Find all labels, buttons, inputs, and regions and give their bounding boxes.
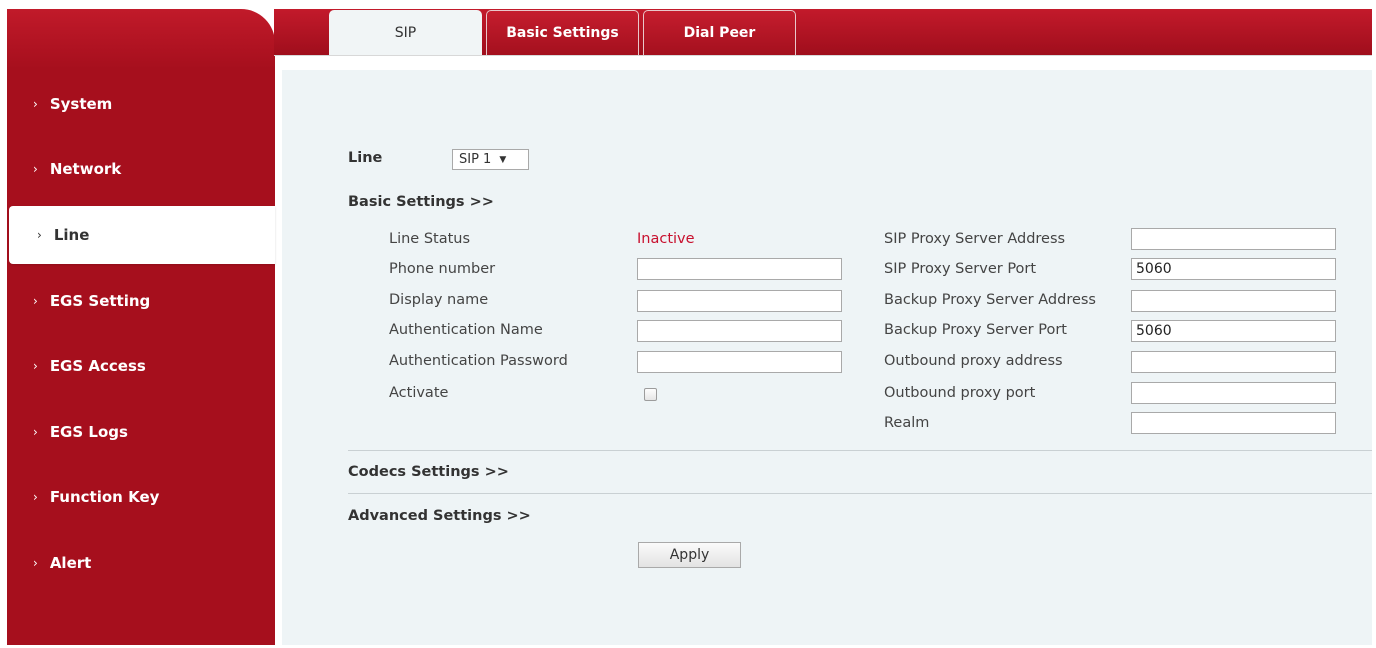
apply-button[interactable]: Apply [638, 542, 741, 568]
backup-proxy-address-label: Backup Proxy Server Address [884, 292, 1096, 308]
line-status-value: Inactive [637, 231, 695, 247]
sidebar-item-label: Function Key [49, 488, 160, 506]
sidebar-item-egs-setting[interactable]: › EGS Setting [7, 272, 275, 330]
chevron-right-icon: › [33, 425, 38, 439]
sidebar-item-label: EGS Logs [49, 423, 128, 441]
display-name-input[interactable] [637, 290, 842, 312]
activate-checkbox[interactable] [644, 388, 657, 401]
backup-proxy-port-input[interactable] [1131, 320, 1336, 342]
realm-input[interactable] [1131, 412, 1336, 434]
auth-password-label: Authentication Password [389, 353, 568, 369]
sidebar-item-label: Line [53, 226, 90, 244]
chevron-right-icon: › [33, 162, 38, 176]
tab-dial-peer[interactable]: Dial Peer [643, 10, 796, 55]
realm-label: Realm [884, 415, 930, 431]
sidebar-item-label: EGS Setting [49, 292, 151, 310]
section-divider [348, 450, 1372, 451]
sidebar: › System › Network › Line › EGS Setting … [7, 9, 275, 645]
outbound-proxy-port-input[interactable] [1131, 382, 1336, 404]
sidebar-item-label: Alert [49, 554, 92, 572]
sip-proxy-address-label: SIP Proxy Server Address [884, 231, 1066, 247]
sip-proxy-port-input[interactable] [1131, 258, 1336, 280]
sip-proxy-address-input[interactable] [1131, 228, 1336, 250]
chevron-right-icon: › [33, 294, 38, 308]
sidebar-item-alert[interactable]: › Alert [7, 534, 275, 592]
sidebar-item-line[interactable]: › Line [9, 206, 275, 264]
tab-basic-settings[interactable]: Basic Settings [486, 10, 639, 55]
sip-proxy-port-label: SIP Proxy Server Port [884, 261, 1037, 277]
line-status-label: Line Status [389, 231, 471, 247]
advanced-settings-section[interactable]: Advanced Settings >> [348, 508, 531, 524]
line-label: Line [348, 150, 383, 166]
sidebar-item-network[interactable]: › Network [7, 140, 275, 198]
backup-proxy-port-label: Backup Proxy Server Port [884, 322, 1067, 338]
activate-label: Activate [389, 385, 449, 401]
section-divider [348, 493, 1372, 494]
sidebar-item-label: Network [49, 160, 122, 178]
outbound-proxy-address-label: Outbound proxy address [884, 353, 1063, 369]
auth-password-input[interactable] [637, 351, 842, 373]
sidebar-item-label: System [49, 95, 113, 113]
display-name-label: Display name [389, 292, 489, 308]
codecs-settings-section[interactable]: Codecs Settings >> [348, 464, 509, 480]
chevron-right-icon: › [33, 490, 38, 504]
phone-number-input[interactable] [637, 258, 842, 280]
tab-bar: SIP Basic Settings Dial Peer [274, 9, 1372, 56]
chevron-right-icon: › [33, 97, 38, 111]
sidebar-item-egs-logs[interactable]: › EGS Logs [7, 403, 275, 461]
dropdown-arrow-icon: ▼ [499, 154, 507, 165]
outbound-proxy-address-input[interactable] [1131, 351, 1336, 373]
line-select[interactable]: SIP 1 ▼ [452, 149, 529, 170]
sidebar-item-function-key[interactable]: › Function Key [7, 468, 275, 526]
sidebar-item-egs-access[interactable]: › EGS Access [7, 337, 275, 395]
chevron-right-icon: › [37, 228, 42, 242]
auth-name-label: Authentication Name [389, 322, 543, 338]
line-select-value: SIP 1 [459, 152, 492, 167]
chevron-right-icon: › [33, 556, 38, 570]
sidebar-item-label: EGS Access [49, 357, 146, 375]
chevron-right-icon: › [33, 359, 38, 373]
backup-proxy-address-input[interactable] [1131, 290, 1336, 312]
phone-number-label: Phone number [389, 261, 496, 277]
sidebar-item-system[interactable]: › System [7, 75, 275, 133]
auth-name-input[interactable] [637, 320, 842, 342]
outbound-proxy-port-label: Outbound proxy port [884, 385, 1036, 401]
content-panel: Line SIP 1 ▼ Basic Settings >> Line Stat… [282, 70, 1372, 645]
basic-settings-section[interactable]: Basic Settings >> [348, 194, 494, 210]
tab-sip[interactable]: SIP [329, 10, 482, 55]
